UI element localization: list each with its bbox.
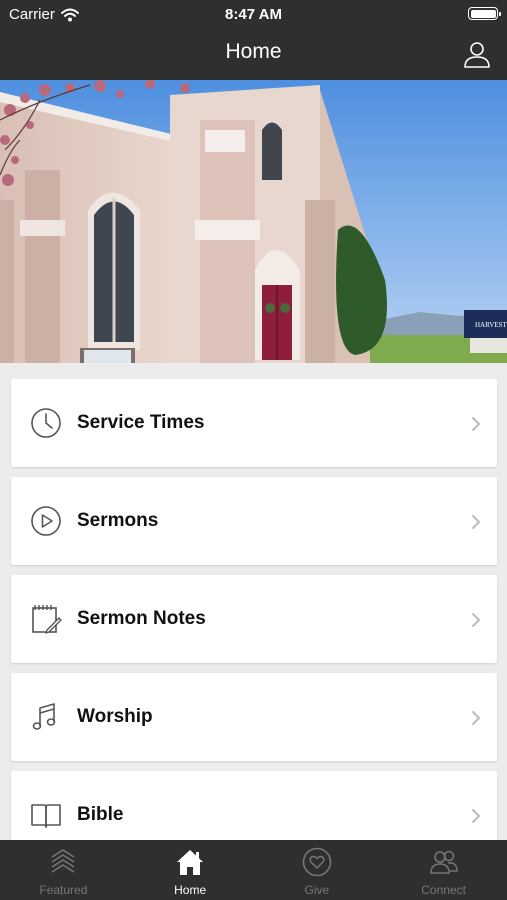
menu-list: Service Times Sermons Sermon Notes Worsh… <box>11 379 497 869</box>
chevron-right-icon <box>472 809 481 823</box>
home-icon <box>177 850 204 875</box>
menu-item-label: Sermons <box>77 510 159 531</box>
menu-item-service-times[interactable]: Service Times <box>11 379 497 467</box>
music-note-icon <box>32 703 56 730</box>
tab-featured[interactable]: Featured <box>0 840 127 900</box>
menu-item-sermon-notes[interactable]: Sermon Notes <box>11 575 497 663</box>
clock-time: 8:47 AM <box>225 6 282 23</box>
tab-label: Home <box>174 883 207 897</box>
status-bar: Carrier 8:47 AM <box>0 0 507 28</box>
tab-label: Featured <box>39 883 88 897</box>
battery-icon <box>468 7 501 20</box>
menu-item-label: Bible <box>77 804 124 825</box>
tab-give[interactable]: Give <box>254 840 381 900</box>
church-photo: HARVEST <box>0 80 507 363</box>
tab-connect[interactable]: Connect <box>380 840 507 900</box>
navigation-bar: Home <box>0 28 507 80</box>
chevron-right-icon <box>472 417 481 431</box>
chevron-right-icon <box>472 515 481 529</box>
menu-item-label: Sermon Notes <box>77 608 206 629</box>
tab-bar: Featured Home Give Connect <box>0 840 507 900</box>
chevron-right-icon <box>472 613 481 627</box>
chevron-right-icon <box>472 711 481 725</box>
layers-icon <box>51 849 75 873</box>
menu-item-sermons[interactable]: Sermons <box>11 477 497 565</box>
menu-item-label: Worship <box>77 706 153 727</box>
church-sign-text: HARVEST <box>475 321 507 329</box>
menu-item-label: Service Times <box>77 412 205 433</box>
profile-icon[interactable] <box>463 40 491 68</box>
menu-item-worship[interactable]: Worship <box>11 673 497 761</box>
people-icon <box>429 850 458 874</box>
heart-circle-icon <box>302 847 332 877</box>
tab-label: Connect <box>421 883 466 897</box>
book-icon <box>31 804 61 828</box>
notepad-icon <box>32 605 62 634</box>
tab-home[interactable]: Home <box>127 840 254 900</box>
tab-label: Give <box>304 883 330 897</box>
clock-icon <box>31 408 61 438</box>
play-circle-icon <box>31 506 61 536</box>
page-title: Home <box>225 40 282 63</box>
